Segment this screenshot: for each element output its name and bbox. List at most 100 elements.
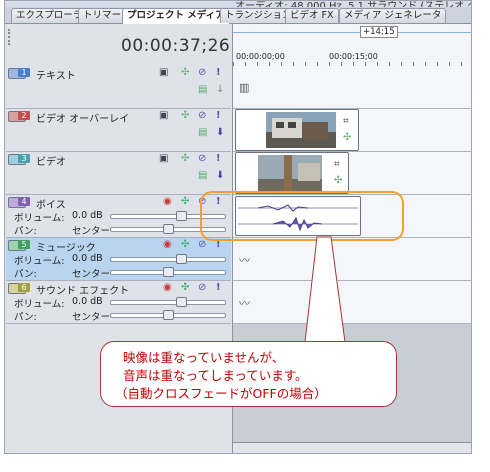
track-name[interactable]: ビデオ オーバーレイ	[36, 110, 129, 125]
volume-label: ボリューム:	[14, 213, 65, 224]
volume-slider-knob[interactable]	[176, 254, 187, 264]
volume-slider-knob[interactable]	[176, 297, 187, 307]
callout-line-1: 映像は重なっていませんが、	[123, 350, 285, 365]
crop-icon[interactable]: ⌗	[334, 159, 340, 170]
solo-icon[interactable]: !	[216, 111, 221, 121]
pan-label: パン:	[14, 312, 37, 323]
track-fx-icon[interactable]: ✣	[181, 154, 189, 164]
record-arm-icon[interactable]: ◉	[163, 283, 172, 293]
volume-value: 0.0 dB	[72, 253, 103, 264]
tab-explorer[interactable]: エクスプローラ	[11, 8, 88, 23]
mute-icon[interactable]: ⊘	[198, 68, 206, 78]
track-header-music[interactable]: 5 ミュージック ◉ ✣ ⊘ ! ボリューム: 0.0 dB パン: センター	[6, 238, 231, 281]
track-number: 1	[18, 68, 30, 77]
track-fx-icon[interactable]: ✣	[181, 68, 189, 78]
loop-region-bar[interactable]	[233, 32, 471, 33]
ruler-start-time: 00:00:00;00	[236, 52, 285, 61]
track-fx-icon[interactable]: ✣	[181, 111, 189, 121]
mute-icon[interactable]: ⊘	[198, 283, 206, 293]
timeline-lane-video-overlay[interactable]: ⌗ ✣	[233, 109, 471, 152]
ruler-mid-time: 00:00:15;00	[329, 52, 378, 61]
track-name[interactable]: ボイス	[36, 196, 66, 211]
automation-icon[interactable]: ▣	[159, 111, 168, 121]
mute-icon[interactable]: ⊘	[198, 154, 206, 164]
track-number: 3	[18, 154, 30, 163]
video-clip[interactable]: ⌗ ✣	[235, 109, 359, 151]
track-name[interactable]: ビデオ	[36, 153, 66, 168]
track-name[interactable]: ミュージック	[36, 239, 96, 254]
tab-project-media[interactable]: プロジェクト メディア	[122, 8, 230, 24]
timeline-lane-music[interactable]: 〰	[233, 238, 471, 281]
track-number: 2	[18, 111, 30, 120]
volume-slider[interactable]	[110, 257, 226, 262]
solo-icon[interactable]: !	[216, 154, 221, 164]
track-fx-icon[interactable]: ✣	[181, 283, 189, 293]
time-ruler[interactable]: +14;15 00:00:00;00 00:00:15;00	[233, 24, 471, 67]
pan-value: センター	[72, 226, 111, 237]
pan-value: センター	[72, 269, 111, 280]
audio-waveform-icon[interactable]: 〰	[239, 252, 250, 268]
track-header-voice[interactable]: 4 ボイス ◉ ✣ ⊘ ! ボリューム: 0.0 dB パン: センター	[6, 195, 231, 238]
tab-video-fx[interactable]: ビデオ FX	[285, 8, 339, 23]
vegas-editor-window: オーディオ: 48,000 Hz, 5.1 サラウンド (ステレオ ダウンミック…	[4, 0, 472, 454]
track-name[interactable]: サウンド エフェクト	[36, 282, 129, 297]
volume-value: 0.0 dB	[72, 210, 103, 221]
media-placeholder-icon[interactable]: ▥	[239, 81, 249, 94]
timeline-lane-text[interactable]: ▥	[233, 66, 471, 109]
automation-icon[interactable]: ▣	[159, 154, 168, 164]
volume-slider[interactable]	[110, 300, 226, 305]
volume-value: 0.0 dB	[72, 296, 103, 307]
automation-icon[interactable]: ▣	[159, 68, 168, 78]
pan-slider-knob[interactable]	[163, 224, 174, 234]
cursor-marker-label: +14;15	[360, 26, 398, 38]
panel-grip-handle[interactable]	[8, 29, 12, 45]
pan-slider-knob[interactable]	[163, 310, 174, 320]
pan-value: センター	[72, 312, 111, 323]
pan-label: パン:	[14, 226, 37, 237]
clip-fx-icon[interactable]: ✣	[343, 132, 351, 143]
arrow-down-icon[interactable]: ⬇	[216, 128, 224, 138]
mute-icon[interactable]: ⊘	[198, 111, 206, 121]
annotation-callout: 映像は重なっていませんが、 音声は重なってしまっています。 （自動クロスフェード…	[100, 341, 397, 407]
record-arm-icon[interactable]: ◉	[163, 240, 172, 250]
video-thumbnail	[266, 112, 336, 148]
callout-line-2: 音声は重なってしまっています。	[123, 368, 308, 383]
track-number: 5	[18, 240, 30, 249]
video-thumbnail	[258, 155, 322, 191]
composite-mode-icon[interactable]: ▤	[198, 171, 207, 181]
volume-label: ボリューム:	[14, 256, 65, 267]
track-header-text[interactable]: 1 テキスト ▣ ✣ ⊘ ! ▤ ↓	[6, 66, 231, 109]
composite-mode-icon[interactable]: ▤	[198, 85, 207, 95]
track-header-video[interactable]: 3 ビデオ ▣ ✣ ⊘ ! ▤ ⬇	[6, 152, 231, 195]
track-header-video-overlay[interactable]: 2 ビデオ オーバーレイ ▣ ✣ ⊘ ! ▤ ⬇	[6, 109, 231, 152]
overlap-highlight	[200, 191, 404, 241]
video-clip[interactable]: ⌗ ✣	[235, 152, 349, 194]
mute-icon[interactable]: ⊘	[198, 240, 206, 250]
timeline-lane-video[interactable]: ⌗ ✣	[233, 152, 471, 195]
track-name[interactable]: テキスト	[36, 67, 76, 82]
record-arm-icon[interactable]: ◉	[163, 197, 172, 207]
arrow-down-icon[interactable]: ↓	[216, 85, 224, 95]
tab-media-generators[interactable]: メディア ジェネレータ	[339, 8, 447, 23]
solo-icon[interactable]: !	[216, 240, 221, 250]
tab-trimmer[interactable]: トリマー	[78, 8, 127, 23]
track-number: 4	[18, 197, 30, 206]
track-fx-icon[interactable]: ✣	[181, 240, 189, 250]
pan-slider-knob[interactable]	[163, 267, 174, 277]
window-tab-strip: エクスプローラ トリマー プロジェクト メディア トランジション ビデオ FX …	[5, 7, 471, 24]
arrow-down-icon[interactable]: ⬇	[216, 171, 224, 181]
solo-icon[interactable]: !	[216, 283, 221, 293]
volume-slider-knob[interactable]	[176, 211, 187, 221]
composite-mode-icon[interactable]: ▤	[198, 128, 207, 138]
audio-waveform-icon[interactable]: 〰	[239, 295, 250, 311]
track-header-sound-effects[interactable]: 6 サウンド エフェクト ◉ ✣ ⊘ ! ボリューム: 0.0 dB パン: セ…	[6, 281, 231, 324]
callout-line-3: （自動クロスフェードがOFFの場合）	[115, 386, 327, 401]
solo-icon[interactable]: !	[216, 68, 221, 78]
timeline-lane-sound-effects[interactable]: 〰	[233, 281, 471, 324]
track-fx-icon[interactable]: ✣	[181, 197, 189, 207]
clip-fx-icon[interactable]: ✣	[334, 175, 342, 186]
pan-label: パン:	[14, 269, 37, 280]
horizontal-scrollbar[interactable]	[233, 442, 471, 453]
timecode-display: 00:00:37;26	[121, 36, 231, 56]
crop-icon[interactable]: ⌗	[343, 116, 349, 127]
